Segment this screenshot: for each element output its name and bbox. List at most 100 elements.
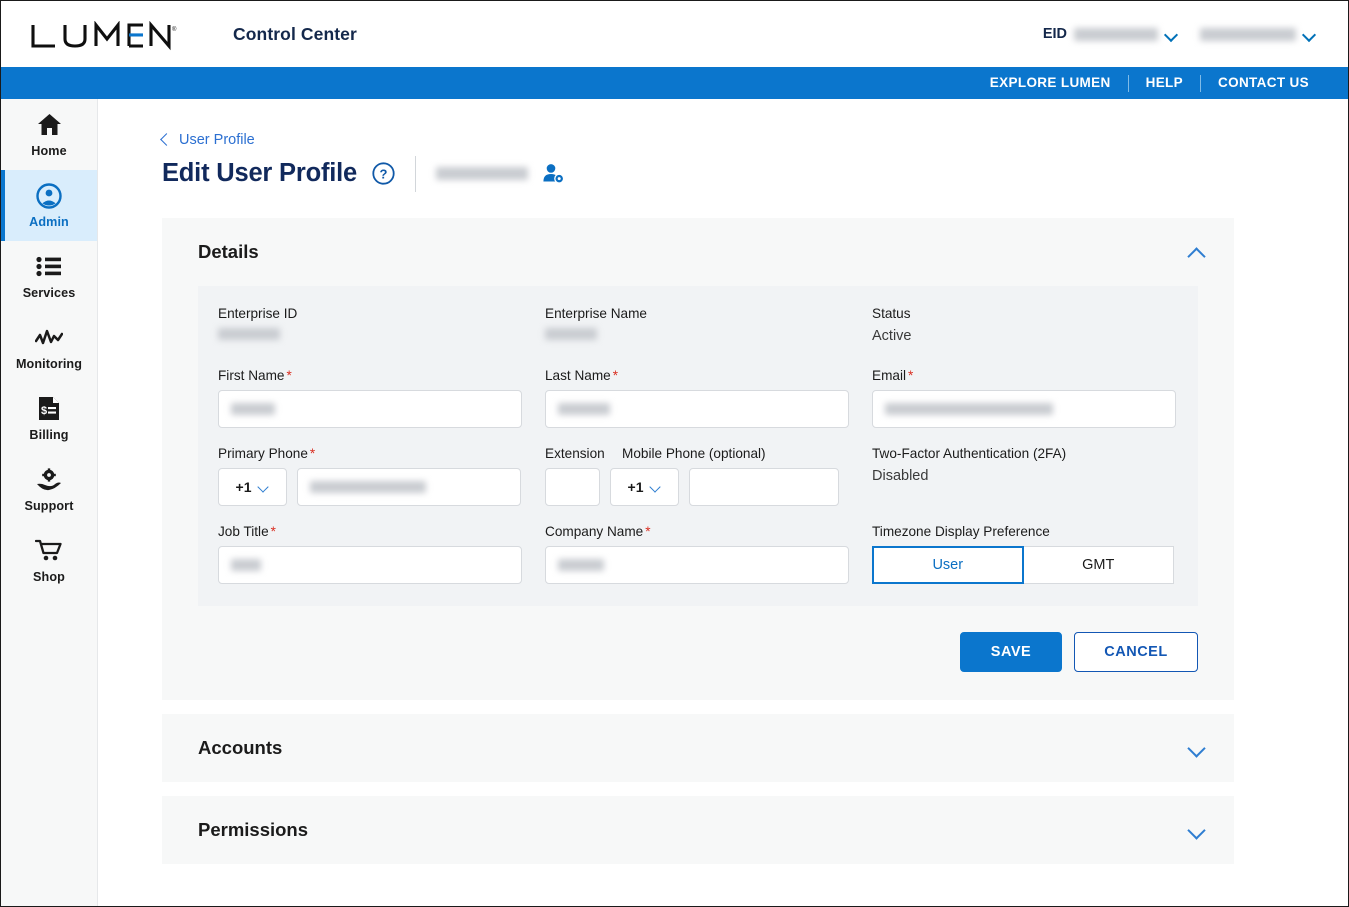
form-row-identity: Enterprise ID Enterprise Name Status Act: [218, 306, 1178, 350]
cancel-button[interactable]: CANCEL: [1074, 631, 1198, 672]
sidebar-item-monitoring[interactable]: Monitoring: [1, 312, 97, 383]
primary-phone-country-code-select[interactable]: +1: [218, 467, 287, 506]
title-divider: [415, 155, 416, 192]
sidebar-item-billing[interactable]: $ Billing: [1, 383, 97, 454]
sidebar-item-admin[interactable]: Admin: [1, 170, 97, 241]
timezone-option-user[interactable]: User: [872, 545, 1024, 584]
extension-input[interactable]: [545, 467, 600, 506]
form-actions: SAVE CANCEL: [198, 631, 1198, 672]
field-enterprise-name: Enterprise Name: [545, 306, 872, 350]
cart-icon: [35, 538, 63, 564]
field-primary-phone: Primary Phone * +1: [218, 446, 545, 506]
svg-text:$: $: [41, 405, 47, 417]
accounts-section-header[interactable]: Accounts: [162, 714, 1234, 782]
job-title-value: [231, 558, 261, 571]
chevron-left-icon: [160, 133, 173, 146]
save-button[interactable]: SAVE: [960, 631, 1062, 672]
eid-value: [1074, 27, 1158, 41]
chevron-down-icon: [651, 483, 661, 490]
field-label: Status: [872, 305, 911, 321]
chevron-down-icon[interactable]: [1187, 820, 1206, 839]
primary-phone-input[interactable]: [297, 467, 521, 506]
email-input[interactable]: [872, 389, 1176, 428]
nav-contact-us[interactable]: CONTACT US: [1201, 76, 1326, 90]
primary-phone-value: [310, 480, 426, 493]
required-marker: *: [286, 367, 292, 383]
field-label: Mobile Phone (optional): [622, 445, 766, 461]
form-row-name-email: First Name * Last Name * Email *: [218, 368, 1178, 428]
company-name-input[interactable]: [545, 545, 849, 584]
field-enterprise-id: Enterprise ID: [218, 306, 545, 350]
timezone-option-gmt[interactable]: GMT: [1022, 545, 1174, 584]
sidebar-item-label: Shop: [33, 569, 65, 584]
company-name-value: [558, 558, 604, 571]
email-value: [885, 402, 1053, 415]
field-job-title: Job Title *: [218, 524, 545, 584]
sidebar-item-shop[interactable]: Shop: [1, 525, 97, 596]
field-status: Status Active: [872, 306, 1178, 350]
control-center-window: ® Control Center EID EXPLORE LUMEN HELP …: [0, 0, 1349, 907]
user-circle-icon: [36, 182, 62, 209]
field-label: Enterprise Name: [545, 305, 647, 321]
permissions-section: Permissions: [162, 795, 1234, 864]
sidebar-item-home[interactable]: Home: [1, 99, 97, 170]
last-name-input[interactable]: [545, 389, 849, 428]
user-gear-icon[interactable]: [542, 163, 564, 184]
job-title-input[interactable]: [218, 545, 522, 584]
section-title: Details: [198, 240, 259, 262]
sidebar-item-label: Home: [31, 143, 67, 158]
mobile-phone-input[interactable]: [689, 467, 839, 506]
top-header: ® Control Center EID: [1, 1, 1348, 67]
field-label-text: Primary Phone: [218, 445, 308, 461]
chevron-down-icon[interactable]: [1187, 738, 1206, 757]
field-two-factor: Two-Factor Authentication (2FA) Disabled: [872, 446, 1178, 506]
breadcrumb-label: User Profile: [179, 131, 255, 148]
field-extension: Extension: [545, 446, 622, 468]
sidebar-item-label: Billing: [29, 427, 69, 442]
first-name-value: [231, 402, 275, 415]
field-mobile-phone: Mobile Phone (optional): [622, 446, 766, 468]
app-title: Control Center: [233, 23, 357, 44]
field-company-name: Company Name *: [545, 524, 872, 584]
eid-label: EID: [1042, 26, 1067, 42]
user-menu[interactable]: [1200, 27, 1316, 41]
permissions-section-header[interactable]: Permissions: [162, 796, 1234, 864]
field-label-text: Job Title: [218, 523, 269, 539]
activity-icon: [35, 325, 63, 351]
home-icon: [37, 112, 62, 138]
mobile-phone-country-code-select[interactable]: +1: [610, 467, 679, 506]
sidebar-item-services[interactable]: Services: [1, 241, 97, 312]
chevron-up-icon[interactable]: [1187, 242, 1206, 261]
enterprise-name-value: [545, 327, 597, 340]
support-hand-icon: [36, 467, 62, 493]
sidebar-item-label: Support: [24, 498, 74, 513]
required-marker: *: [309, 445, 316, 461]
two-factor-value: Disabled: [872, 467, 929, 484]
page-header: Edit User Profile ?: [162, 155, 1234, 192]
field-first-name: First Name *: [218, 368, 545, 428]
required-marker: *: [645, 523, 651, 539]
chevron-down-icon[interactable]: [1303, 30, 1316, 38]
status-value: Active: [872, 327, 912, 344]
details-section-header[interactable]: Details: [162, 218, 1234, 286]
lumen-logo[interactable]: ®: [29, 17, 177, 51]
help-circle-icon[interactable]: ?: [372, 162, 395, 185]
sidebar-item-support[interactable]: Support: [1, 454, 97, 525]
form-row-phone: Primary Phone * +1 Extension Mobile Phon…: [218, 446, 1178, 506]
profile-username: [436, 167, 528, 180]
left-sidebar: Home Admin Services Monitoring $ Billing…: [1, 99, 98, 906]
breadcrumb[interactable]: User Profile: [160, 131, 255, 148]
invoice-icon: $: [38, 396, 60, 422]
nav-help[interactable]: HELP: [1129, 76, 1200, 90]
field-extension-mobile: Extension Mobile Phone (optional) +1: [545, 446, 872, 506]
country-code-value: +1: [235, 478, 252, 495]
field-label: Enterprise ID: [218, 305, 298, 321]
required-marker: *: [270, 523, 276, 539]
eid-selector[interactable]: EID: [1043, 26, 1178, 42]
field-label-text: Email: [872, 367, 906, 383]
first-name-input[interactable]: [218, 389, 522, 428]
field-label-text: First Name: [218, 367, 285, 383]
section-title: Accounts: [198, 736, 283, 758]
nav-explore-lumen[interactable]: EXPLORE LUMEN: [973, 76, 1128, 90]
chevron-down-icon[interactable]: [1165, 30, 1178, 38]
